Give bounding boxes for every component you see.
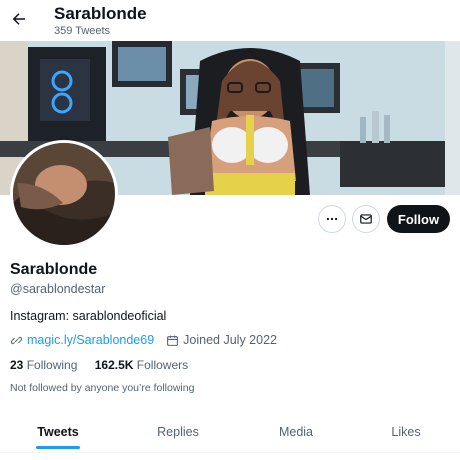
more-options-button[interactable] bbox=[318, 205, 346, 233]
tab-likes[interactable]: Likes bbox=[356, 412, 456, 452]
link-icon bbox=[10, 334, 23, 347]
top-bar: Sarablonde 359 Tweets bbox=[0, 0, 460, 41]
followed-by-text: Not followed by anyone you’re following bbox=[10, 382, 195, 394]
avatar[interactable] bbox=[10, 140, 118, 248]
tabs-divider bbox=[0, 452, 460, 453]
tweet-count: 359 Tweets bbox=[54, 25, 111, 37]
tab-replies[interactable]: Replies bbox=[128, 412, 228, 452]
active-tab-indicator bbox=[36, 446, 80, 449]
more-icon bbox=[325, 212, 339, 226]
following-label: Following bbox=[26, 358, 78, 372]
display-name: Sarablonde bbox=[10, 261, 98, 278]
followers-stat[interactable]: 162.5K Followers bbox=[95, 358, 188, 372]
back-arrow-icon[interactable] bbox=[8, 8, 30, 30]
mail-icon bbox=[359, 212, 373, 226]
following-count: 23 bbox=[10, 358, 24, 372]
message-button[interactable] bbox=[352, 205, 380, 233]
followers-label: Followers bbox=[136, 358, 189, 372]
followers-count: 162.5K bbox=[94, 358, 134, 372]
tab-media[interactable]: Media bbox=[246, 412, 346, 452]
calendar-icon bbox=[166, 334, 179, 347]
website-link[interactable]: magic.ly/Sarablonde69 bbox=[27, 333, 154, 347]
follow-button[interactable]: Follow bbox=[387, 205, 450, 233]
bio-text: Instagram: sarablondeoficial bbox=[10, 309, 167, 323]
following-stat[interactable]: 23 Following bbox=[10, 358, 77, 372]
profile-meta: magic.ly/Sarablonde69 Joined July 2022 bbox=[10, 333, 277, 347]
page-title: Sarablonde bbox=[54, 4, 147, 23]
joined-date: Joined July 2022 bbox=[183, 333, 277, 347]
user-handle: @sarablondestar bbox=[10, 282, 106, 296]
follow-stats: 23 Following 162.5K Followers bbox=[10, 358, 188, 372]
